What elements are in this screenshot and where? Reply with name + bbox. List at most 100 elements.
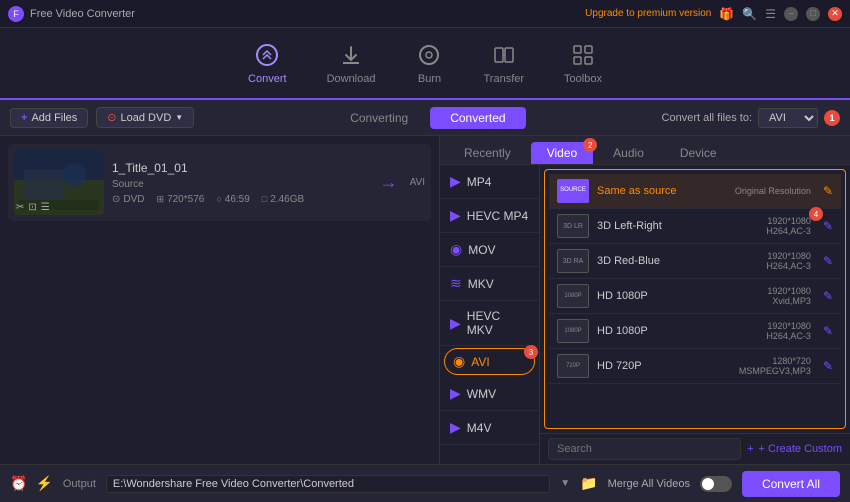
- res-1080p-h264-label: HD 1080P: [597, 325, 758, 337]
- nav-transfer-label: Transfer: [483, 73, 524, 85]
- file-meta: Source: [112, 179, 368, 190]
- file-name: 1_Title_01_01: [112, 161, 368, 175]
- res-720p-edit[interactable]: ✎: [823, 359, 833, 373]
- resolution-hd-720p[interactable]: 720P HD 720P 1280*720 MSMPEGV3,MP3 ✎: [549, 349, 841, 384]
- app-logo: F: [8, 6, 24, 22]
- format-search-input[interactable]: [548, 438, 741, 460]
- 720p-icon: 720P: [557, 354, 589, 378]
- mkv-label: MKV: [468, 277, 494, 291]
- nav-transfer[interactable]: Transfer: [483, 41, 524, 85]
- resolution-same-as-source[interactable]: SOURCE Same as source Original Resolutio…: [549, 174, 841, 209]
- tab-video[interactable]: Video 2: [531, 142, 593, 164]
- resolution-list: SOURCE Same as source Original Resolutio…: [544, 169, 846, 429]
- resolution-hd-1080p-xvid[interactable]: 1080P HD 1080P 1920*1080 Xvid,MP3 ✎: [549, 279, 841, 314]
- dvd-icon-small: ⊙: [112, 194, 120, 205]
- file-item: ✂ ⊡ ☰ 1_Title_01_01 Source ⊙ DVD: [8, 144, 431, 221]
- plus-custom-icon: +: [747, 443, 753, 455]
- transfer-icon: [490, 41, 518, 69]
- tab-audio[interactable]: Audio: [597, 142, 660, 164]
- tab-device[interactable]: Device: [664, 142, 733, 164]
- nav-download[interactable]: Download: [327, 41, 376, 85]
- settings-icon[interactable]: ☰: [41, 202, 50, 213]
- file-info: 1_Title_01_01 Source ⊙ DVD ⊞ 720*576: [112, 161, 368, 205]
- res-1080p-xvid-edit[interactable]: ✎: [823, 289, 833, 303]
- source-res-icon: SOURCE: [557, 179, 589, 203]
- convert-arrow: →: [380, 172, 398, 193]
- convert-icon: [253, 41, 281, 69]
- res-3drb-label: 3D Red-Blue: [597, 255, 758, 267]
- hevc-mp4-icon: ▶: [450, 207, 461, 224]
- thumb-icons: ✂ ⊡ ☰: [16, 202, 50, 213]
- format-select[interactable]: AVI MP4 MOV: [758, 108, 818, 128]
- format-panel: Recently Video 2 Audio Device ▶ MP4: [440, 136, 850, 464]
- video-tab-badge: 2: [583, 138, 597, 152]
- res-3dlr-spec: 1920*1080 H264,AC-3: [766, 216, 811, 236]
- format-mkv[interactable]: ≋ MKV: [440, 267, 539, 301]
- duration-meta: ○ 46:59: [216, 194, 249, 205]
- res-3drb-spec: 1920*1080 H264,AC-3: [766, 251, 811, 271]
- download-icon: [337, 41, 365, 69]
- res-1080p-h264-edit[interactable]: ✎: [823, 324, 833, 338]
- menu-icon[interactable]: ☰: [765, 7, 776, 21]
- resolution-3d-lr[interactable]: 3D LR 3D Left-Right 1920*1080 H264,AC-3 …: [549, 209, 841, 244]
- dvd-meta: ⊙ DVD: [112, 194, 145, 205]
- upgrade-link[interactable]: Upgrade to premium version: [585, 8, 711, 19]
- dropdown-icon: ▼: [175, 113, 183, 122]
- create-custom-button[interactable]: + + Create Custom: [747, 443, 842, 455]
- res-3drb-edit[interactable]: ✎: [823, 254, 833, 268]
- format-hevc-mkv[interactable]: ▶ HEVC MKV: [440, 301, 539, 346]
- convert-all-button[interactable]: Convert All: [742, 471, 840, 497]
- 3dlr-icon: 3D LR: [557, 214, 589, 238]
- res-3dlr-label: 3D Left-Right: [597, 220, 758, 232]
- resolution-3d-rb[interactable]: 3D RA 3D Red-Blue 1920*1080 H264,AC-3 ✎: [549, 244, 841, 279]
- source-medium: DVD: [123, 194, 144, 205]
- minimize-button[interactable]: –: [784, 7, 798, 21]
- format-wmv[interactable]: ▶ WMV: [440, 377, 539, 411]
- add-files-button[interactable]: + Add Files: [10, 108, 88, 128]
- burn-icon: [415, 41, 443, 69]
- load-dvd-button[interactable]: ⊙ Load DVD ▼: [96, 107, 194, 128]
- hevc-mp4-label: HEVC MP4: [467, 209, 528, 223]
- maximize-button[interactable]: □: [806, 7, 820, 21]
- format-avi[interactable]: ◉ AVI 3: [444, 348, 535, 375]
- bottom-bar: ⏰ ⚡ Output E:\Wondershare Free Video Con…: [0, 464, 850, 502]
- nav-convert[interactable]: Convert: [248, 41, 287, 85]
- wmv-label: WMV: [467, 387, 496, 401]
- tab-converting[interactable]: Converting: [330, 107, 428, 129]
- 3drb-icon: 3D RA: [557, 249, 589, 273]
- folder-open-icon[interactable]: 📁: [580, 475, 597, 492]
- title-bar: F Free Video Converter Upgrade to premiu…: [0, 0, 850, 28]
- scissors-icon[interactable]: ✂: [16, 202, 24, 213]
- format-mp4[interactable]: ▶ MP4: [440, 165, 539, 199]
- convert-all-label: Convert all files to:: [662, 112, 752, 124]
- res-same-edit[interactable]: ✎: [823, 184, 833, 198]
- title-bar-left: F Free Video Converter: [8, 6, 135, 22]
- format-hevc-mp4[interactable]: ▶ HEVC MP4: [440, 199, 539, 233]
- close-button[interactable]: ✕: [828, 7, 842, 21]
- search-icon[interactable]: 🔍: [742, 7, 757, 21]
- format-mov[interactable]: ◉ MOV: [440, 233, 539, 267]
- create-custom-label: + Create Custom: [759, 443, 842, 455]
- toolbox-icon: [569, 41, 597, 69]
- format-m4v[interactable]: ▶ M4V: [440, 411, 539, 445]
- nav-burn[interactable]: Burn: [415, 41, 443, 85]
- tab-converted[interactable]: Converted: [430, 107, 525, 129]
- nav-toolbox[interactable]: Toolbox: [564, 41, 602, 85]
- res-3dlr-edit[interactable]: ✎: [823, 219, 833, 233]
- toolbar-right: Convert all files to: AVI MP4 MOV 1: [662, 108, 840, 128]
- tab-recently[interactable]: Recently: [448, 142, 527, 164]
- plus-icon: +: [21, 112, 27, 124]
- res-720p-spec: 1280*720 MSMPEGV3,MP3: [739, 356, 811, 376]
- hevc-mkv-icon: ▶: [450, 315, 461, 332]
- crop-icon[interactable]: ⊡: [28, 202, 36, 213]
- res-1080p-xvid-spec: 1920*1080 Xvid,MP3: [767, 286, 811, 306]
- merge-toggle[interactable]: [700, 476, 732, 492]
- nav-burn-label: Burn: [418, 73, 441, 85]
- file-resolution: 720*576: [167, 194, 204, 205]
- dropdown-output-icon[interactable]: ▼: [560, 478, 570, 489]
- nav-convert-label: Convert: [248, 73, 287, 85]
- app-name: Free Video Converter: [30, 8, 135, 20]
- resolution-hd-1080p-h264[interactable]: 1080P HD 1080P 1920*1080 H264,AC-3 ✎: [549, 314, 841, 349]
- merge-label: Merge All Videos: [608, 478, 690, 490]
- size-meta: □ 2.46GB: [262, 194, 304, 205]
